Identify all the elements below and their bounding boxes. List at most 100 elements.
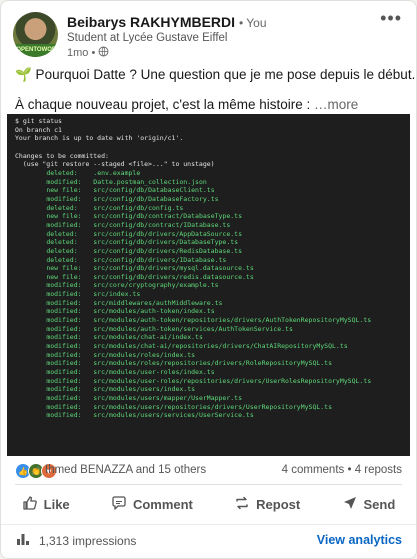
change-path: src/index.ts: [93, 290, 141, 299]
send-label: Send: [363, 496, 396, 512]
change-path: src/config/db/drivers/redis.datasource.t…: [93, 272, 254, 281]
staged-change: new file: src/config/db/DatabaseClient.t…: [15, 186, 215, 195]
staged-change: modified: src/modules/roles/index.ts: [15, 351, 195, 359]
change-status: modified:: [46, 385, 82, 394]
staged-change: modified: src/modules/users/index.ts: [15, 385, 195, 393]
terminal-output: $ git status On branch c1 Your branch is…: [7, 114, 410, 423]
author-headline: Student at Lycée Gustave Eiffel: [67, 32, 228, 44]
open-to-work-badge: #OPENTOWORK: [13, 44, 58, 57]
staged-change: new file: src/config/db/drivers/redis.da…: [15, 272, 254, 281]
change-status: modified:: [46, 333, 82, 342]
thumbs-up-icon: [22, 495, 38, 514]
change-status: deleted:: [46, 229, 78, 238]
post-text-line-2: À chaque nouveau projet, c'est la même h…: [15, 97, 358, 112]
terminal-line: Changes to be committed:: [15, 151, 109, 160]
staged-change: modified: src/config/db/DatabaseFactory.…: [15, 194, 219, 203]
change-status: new file:: [46, 186, 82, 195]
change-status: new file:: [46, 272, 82, 281]
change-path: src/config/db/contract/IDatabase.ts: [93, 220, 231, 229]
change-path: src/config/db/contract/DatabaseType.ts: [93, 212, 243, 221]
change-status: modified:: [46, 368, 82, 377]
divider: [15, 484, 402, 485]
author-name[interactable]: Beibarys RAKHYMBERDI: [67, 14, 235, 30]
comments-reposts-count[interactable]: 4 comments • 4 reposts: [282, 464, 402, 476]
staged-change: deleted: src/config/db/config.ts: [15, 204, 183, 212]
send-button[interactable]: Send: [334, 488, 404, 520]
change-path: src/modules/auth-token/index.ts: [93, 307, 215, 316]
staged-change: modified: src/modules/users/repositories…: [15, 403, 332, 411]
footer-divider: [1, 524, 416, 525]
change-status: modified:: [46, 376, 82, 385]
view-analytics-link[interactable]: View analytics: [317, 533, 402, 547]
staged-change: modified: src/modules/user-roles/reposit…: [15, 377, 371, 385]
comment-label: Comment: [132, 496, 193, 512]
change-status: deleted:: [46, 246, 78, 255]
staged-change: modified: src/config/db/contract/IDataba…: [15, 221, 230, 229]
staged-change: modified: src/middlewares/authMiddleware…: [15, 299, 222, 307]
reactions-summary[interactable]: Ihmed BENAZZA and 15 others: [45, 464, 206, 476]
change-path: src/config/db/DatabaseClient.ts: [93, 186, 215, 195]
staged-change: modified: src/index.ts: [15, 290, 140, 298]
change-path: src/config/db/drivers/RedisDatabase.ts: [93, 246, 242, 255]
change-path: src/middlewares/authMiddleware.ts: [93, 298, 223, 307]
change-status: modified:: [46, 220, 82, 229]
change-path: src/modules/chat-ai/repositories/drivers…: [93, 342, 348, 351]
change-path: src/config/db/drivers/mysql.datasource.t…: [93, 264, 254, 273]
comment-icon: [111, 495, 127, 514]
change-path: src/config/db/DatabaseFactory.ts: [93, 194, 219, 203]
change-path: src/modules/roles/repositories/drivers/R…: [93, 359, 333, 368]
terminal-line: On branch c1: [15, 125, 62, 134]
change-status: modified:: [46, 298, 82, 307]
post-time: 1mo •: [67, 47, 96, 59]
staged-change: deleted: .env.example: [15, 169, 140, 177]
staged-change: modified: src/modules/auth-token/service…: [15, 325, 293, 333]
repost-button[interactable]: Repost: [226, 488, 308, 520]
post-card: #OPENTOWORK Beibarys RAKHYMBERDI • You S…: [0, 0, 417, 559]
change-status: modified:: [46, 411, 82, 420]
globe-icon: [98, 46, 109, 60]
staged-change: modified: src/modules/roles/repositories…: [15, 359, 332, 367]
change-status: modified:: [46, 194, 82, 203]
change-status: modified:: [46, 402, 82, 411]
terminal-screenshot[interactable]: $ git status On branch c1 Your branch is…: [7, 114, 410, 456]
change-path: src/config/db/config.ts: [93, 203, 184, 212]
change-status: modified:: [46, 316, 82, 325]
staged-change: modified: src/modules/user-roles/index.t…: [15, 368, 215, 377]
post-footer: 1,313 impressions View analytics: [15, 531, 402, 551]
send-icon: [342, 495, 358, 514]
staged-change: modified: src/modules/users/services/Use…: [15, 411, 253, 420]
author-name-row: Beibarys RAKHYMBERDI • You: [67, 14, 267, 30]
staged-change: modified: src/modules/chat-ai/index.ts: [15, 333, 203, 341]
avatar[interactable]: #OPENTOWORK: [13, 12, 58, 57]
change-status: modified:: [46, 324, 82, 333]
comment-button[interactable]: Comment: [103, 488, 201, 520]
more-options-icon[interactable]: •••: [380, 9, 402, 27]
post-header: #OPENTOWORK Beibarys RAKHYMBERDI • You S…: [1, 1, 416, 61]
repost-icon: [234, 495, 250, 514]
change-status: deleted:: [46, 168, 78, 177]
change-path: src/modules/users/repositories/drivers/U…: [93, 402, 333, 411]
change-status: new file:: [46, 264, 82, 273]
change-path: src/modules/user-roles/index.ts: [93, 368, 215, 377]
change-status: deleted:: [46, 203, 78, 212]
bar-chart-icon: [15, 531, 31, 550]
change-status: modified:: [46, 359, 82, 368]
change-path: src/config/db/drivers/DatabaseType.ts: [93, 238, 239, 247]
see-more-link[interactable]: …more: [314, 97, 358, 112]
change-status: deleted:: [46, 238, 78, 247]
change-status: modified:: [46, 290, 82, 299]
post-meta: 1mo •: [67, 46, 109, 60]
change-status: modified:: [46, 307, 82, 316]
staged-change: deleted: src/config/db/drivers/RedisData…: [15, 247, 242, 255]
staged-change: modified: src/modules/auth-token/index.t…: [15, 307, 215, 316]
change-path: src/modules/user-roles/repositories/driv…: [93, 376, 372, 385]
social-counts: 👍 👏 ♥ Ihmed BENAZZA and 15 others 4 comm…: [15, 463, 402, 479]
post-text-line-1: 🌱 Pourquoi Datte ? Une question que je m…: [15, 67, 416, 82]
change-path: src/modules/chat-ai/index.ts: [93, 333, 203, 342]
terminal-line: $ git status: [15, 117, 62, 125]
like-label: Like: [43, 496, 70, 512]
staged-change: deleted: src/config/db/drivers/DatabaseT…: [15, 238, 238, 246]
change-status: modified:: [46, 281, 82, 290]
change-path: src/modules/roles/index.ts: [93, 350, 196, 359]
like-button[interactable]: Like: [14, 488, 78, 520]
